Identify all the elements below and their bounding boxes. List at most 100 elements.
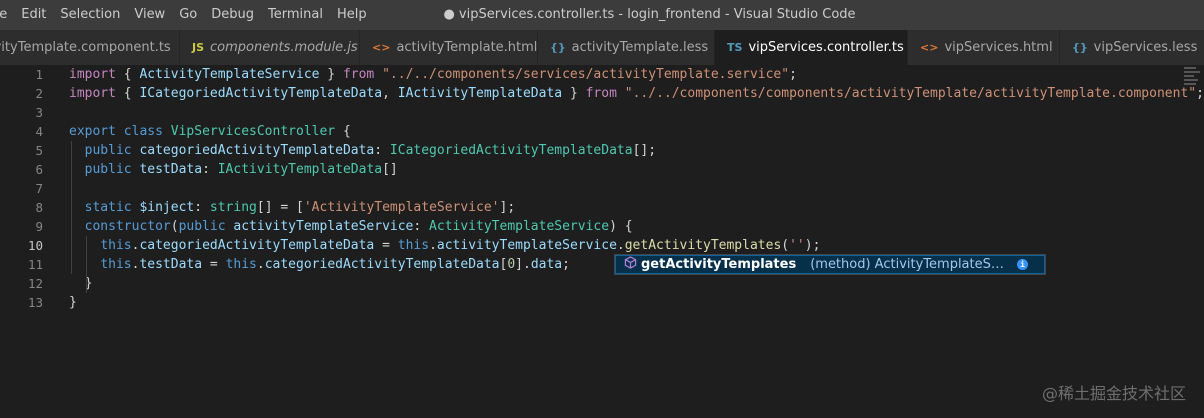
- code-line[interactable]: import { ActivityTemplateService } from …: [69, 65, 797, 84]
- code-token: categoriedActivityTemplateData: [264, 257, 500, 272]
- code-token: "../../components/services/activityTempl…: [382, 67, 790, 82]
- title-bar: ileEditSelectionViewGoDebugTerminalHelp …: [0, 0, 1204, 30]
- code-line[interactable]: constructor(public activityTemplateServi…: [69, 217, 633, 236]
- less-file-icon: {}: [550, 41, 566, 54]
- code-token: data: [530, 257, 563, 272]
- code-token: );: [804, 238, 821, 253]
- code-line[interactable]: public testData: IActivityTemplateData[]: [69, 160, 398, 179]
- code-editor[interactable]: 1 2 3 4 5 6 7 8 9 10 11 12 13 import { ActivityTempl…: [0, 65, 1204, 418]
- method-cube-icon: [624, 256, 637, 273]
- tab-vipservices-html[interactable]: <> vipServices.html: [908, 30, 1060, 65]
- code-token: string: [209, 200, 257, 215]
- code-token: {: [335, 124, 351, 139]
- code-token: {: [115, 67, 140, 82]
- code-line[interactable]: }: [69, 293, 77, 312]
- code-token: public: [178, 219, 226, 234]
- tab-label: vipServices.less: [1093, 40, 1198, 55]
- javascript-file-icon: JS: [192, 41, 205, 54]
- tab-activitytemplate-less[interactable]: {} activityTemplate.less: [538, 30, 715, 65]
- typescript-file-icon: TS: [727, 41, 743, 54]
- code-token: public: [84, 162, 132, 177]
- suggest-detail: (method) ActivityTemplateS…: [810, 257, 1004, 272]
- code-token: (: [781, 238, 790, 253]
- tab-components-module-js[interactable]: JS components.module.js: [180, 30, 360, 65]
- code-token: ].: [515, 257, 531, 272]
- code-line[interactable]: this.testData = this.categoriedActivityT…: [69, 255, 570, 274]
- code-token: '': [789, 238, 805, 253]
- code-token: :: [194, 200, 210, 215]
- code-token: this: [100, 238, 132, 253]
- code-line[interactable]: import { ICategoriedActivityTemplateData…: [69, 84, 1204, 103]
- code-token: export: [69, 124, 116, 139]
- code-token: this: [225, 257, 257, 272]
- tab-vipservices-less[interactable]: {} vipServices.less: [1060, 30, 1204, 65]
- code-token: ) {: [609, 219, 633, 234]
- code-token: ];: [499, 200, 516, 215]
- code-token: categoriedActivityTemplateData: [139, 143, 375, 158]
- code-line[interactable]: export class VipServicesController {: [69, 122, 351, 141]
- code-token: .: [616, 238, 625, 253]
- code-token: }: [562, 86, 586, 101]
- minimap[interactable]: [1184, 65, 1204, 105]
- code-token: 'ActivityTemplateService': [303, 200, 500, 215]
- code-token: =: [374, 238, 398, 253]
- code-line[interactable]: public categoriedActivityTemplateData: I…: [69, 141, 656, 160]
- tab-vipservices-controller-ts[interactable]: TS vipServices.controller.ts: [715, 30, 908, 65]
- code-token: []: [382, 162, 398, 177]
- line-number: 7: [35, 181, 43, 196]
- line-number: 11: [27, 257, 43, 272]
- code-token: testData: [139, 257, 203, 272]
- code-token: }: [69, 295, 77, 310]
- line-number: 12: [27, 276, 43, 291]
- info-icon[interactable]: i: [1017, 259, 1028, 270]
- code-line[interactable]: this. categoriedActivityTemplateData = th…: [69, 236, 820, 255]
- code-token: .: [256, 257, 265, 272]
- code-token: from: [585, 86, 617, 101]
- code-token: ;: [789, 67, 797, 82]
- code-token: ActivityTemplateService: [429, 219, 610, 234]
- tab-label: activityTemplate.html: [396, 40, 538, 55]
- tab-label: vipServices.html: [944, 40, 1053, 55]
- code-token: }: [69, 276, 93, 291]
- suggest-label: getActivityTemplates: [641, 257, 797, 272]
- line-number: 9: [35, 219, 43, 234]
- code-line[interactable]: static $inject: string[] = ['ActivityTem…: [69, 198, 516, 217]
- code-token: testData: [139, 162, 203, 177]
- code-token: [] = [: [256, 200, 304, 215]
- code-token: from: [342, 67, 375, 82]
- suggest-item-selected[interactable]: getActivityTemplates (method) ActivityTe…: [615, 255, 1045, 274]
- code-token: IActivityTemplateData: [217, 162, 383, 177]
- code-token: :: [413, 219, 430, 234]
- tab-label: ivityTemplate.component.ts: [0, 40, 171, 55]
- code-token: VipServicesController: [170, 124, 336, 139]
- code-token: :: [202, 162, 218, 177]
- code-line[interactable]: }: [69, 274, 93, 293]
- line-number: 10: [27, 238, 43, 253]
- code-token: categoriedActivityTemplateData: [139, 238, 375, 253]
- tab-label: activityTemplate.less: [571, 40, 709, 55]
- code-token: activityTemplateService: [233, 219, 414, 234]
- line-number: 8: [35, 200, 43, 215]
- suggest-widget[interactable]: getActivityTemplates (method) ActivityTe…: [614, 254, 1046, 275]
- code-token: activityTemplateService: [436, 238, 617, 253]
- indent-guide: [71, 141, 72, 274]
- tab-ivitytemplate-component-ts[interactable]: ivityTemplate.component.ts: [0, 30, 180, 65]
- code-token: ICategoriedActivityTemplateData: [389, 143, 633, 158]
- code-token: ICategoriedActivityTemplateData: [139, 86, 383, 101]
- code-token: [];: [632, 143, 657, 158]
- line-number: 3: [35, 105, 43, 120]
- tab-activitytemplate-html[interactable]: <> activityTemplate.html: [360, 30, 538, 65]
- code-token: IActivityTemplateData: [397, 86, 563, 101]
- code-token: {: [115, 86, 140, 101]
- code-token: getActivityTemplates: [624, 238, 782, 253]
- code-token: .: [429, 238, 437, 253]
- line-number: 13: [27, 295, 43, 310]
- code-token: class: [123, 124, 163, 139]
- line-number: 4: [35, 124, 43, 139]
- code-token: import: [69, 67, 116, 82]
